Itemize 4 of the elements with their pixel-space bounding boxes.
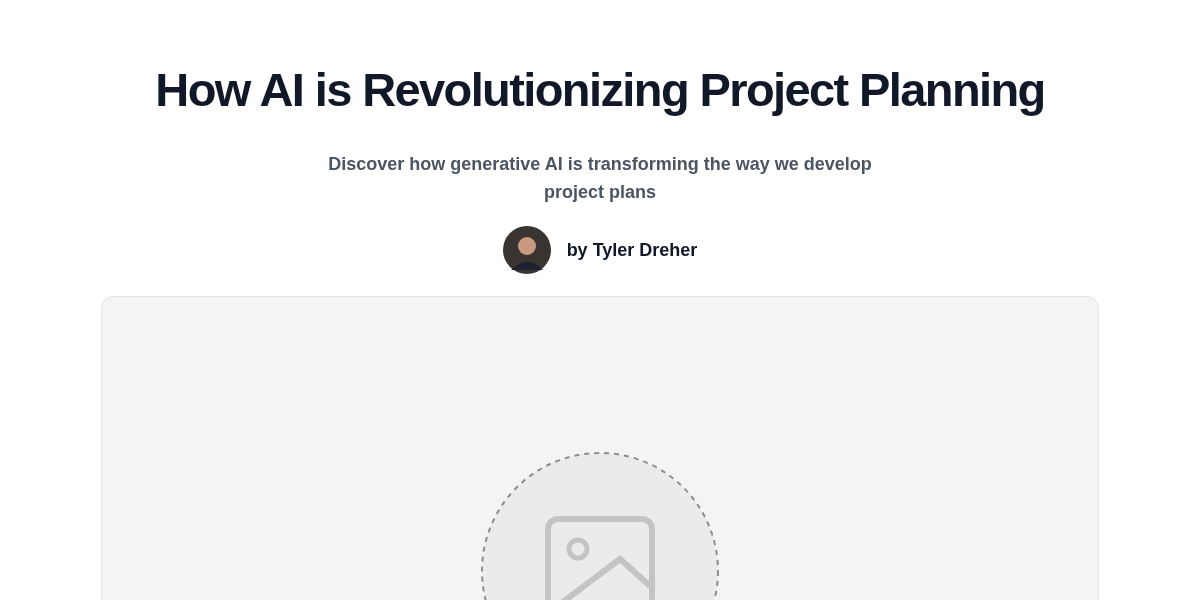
article-subtitle: Discover how generative AI is transforming the way we develop project plans: [327, 153, 873, 204]
article-title: How AI is Revolutionizing Project Planning: [155, 62, 1045, 118]
author-name: by Tyler Dreher: [566, 239, 698, 261]
avatar: [502, 226, 551, 274]
